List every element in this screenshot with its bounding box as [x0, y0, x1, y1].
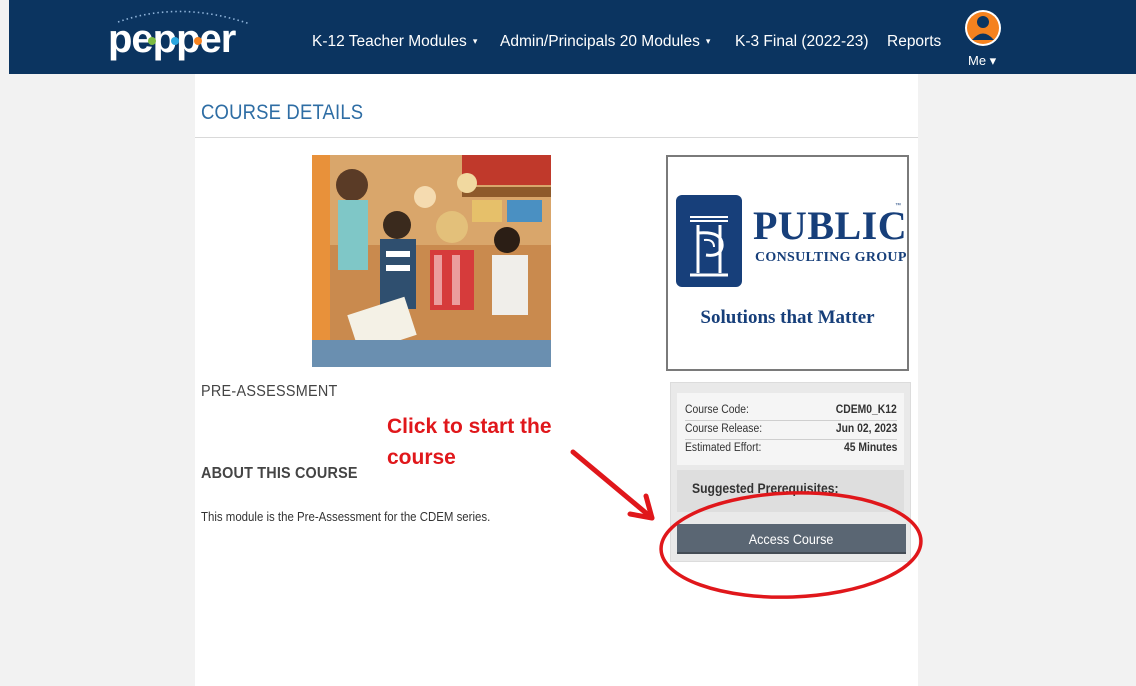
- nav-admin-principals-modules[interactable]: Admin/Principals 20 Modules ▾: [500, 33, 710, 51]
- course-name: PRE-ASSESSMENT: [201, 383, 338, 400]
- info-value: CDEM0_K12: [836, 404, 897, 416]
- trademark-symbol: ™: [895, 203, 901, 209]
- chevron-down-icon: ▾: [705, 36, 711, 46]
- access-course-label: Access Course: [749, 531, 834, 547]
- pepper-logo[interactable]: pepper: [100, 6, 260, 66]
- divider: [195, 137, 918, 138]
- nav-k12-teacher-modules[interactable]: K-12 Teacher Modules ▾: [312, 33, 477, 51]
- user-avatar-icon[interactable]: [964, 9, 1002, 59]
- info-value: 45 Minutes: [843, 442, 897, 454]
- about-description: This module is the Pre-Assessment for th…: [201, 509, 491, 524]
- nav-label: K-12 Teacher Modules: [312, 33, 467, 50]
- pcg-name-consulting: CONSULTING GROUP: [755, 250, 907, 265]
- user-menu[interactable]: Me ▾: [968, 53, 996, 69]
- info-value: Jun 02, 2023: [835, 423, 897, 435]
- prerequisites-label: Suggested Prerequisites:: [692, 481, 839, 496]
- about-heading: ABOUT THIS COURSE: [201, 465, 358, 482]
- info-row-course-code: Course Code: CDEM0_K12: [685, 404, 897, 421]
- info-label: Course Code:: [685, 404, 749, 416]
- annotation-text: Click to start the course: [387, 415, 552, 469]
- info-label: Course Release:: [685, 423, 763, 435]
- nav-label: Admin/Principals 20 Modules: [500, 33, 700, 50]
- nav-label: K-3 Final (2022-23): [735, 33, 869, 50]
- chevron-down-icon: ▾: [472, 36, 478, 46]
- course-image: [312, 155, 551, 367]
- pcg-tagline: Solutions that Matter: [700, 307, 875, 328]
- info-label: Estimated Effort:: [685, 442, 762, 454]
- nav-k3-final[interactable]: K-3 Final (2022-23): [735, 33, 869, 51]
- pcg-name-public: PUBLIC: [753, 203, 908, 248]
- access-course-button[interactable]: Access Course: [677, 524, 906, 554]
- nav-reports[interactable]: Reports: [887, 33, 941, 51]
- page-title: COURSE DETAILS: [201, 101, 364, 124]
- nav-label: Reports: [887, 33, 942, 50]
- pcg-column-icon: [676, 195, 742, 287]
- provider-logo: PUBLIC ™ CONSULTING GROUP Solutions that…: [666, 155, 909, 371]
- info-row-course-release: Course Release: Jun 02, 2023: [685, 423, 897, 440]
- info-row-estimated-effort: Estimated Effort: 45 Minutes: [685, 442, 897, 458]
